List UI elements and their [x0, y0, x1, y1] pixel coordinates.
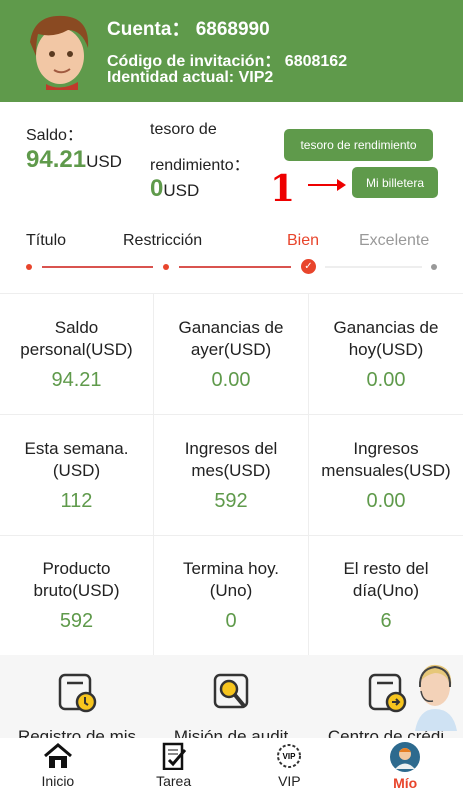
credit-center-icon[interactable] [368, 673, 408, 713]
stat-cell: Producto bruto(USD) 592 [0, 536, 154, 656]
stats-grid: Saldo personal(USD) 94.21 Ganancias de aye… [0, 293, 463, 656]
feature-audit-mission[interactable]: Misión de audit [154, 727, 308, 738]
identity-line: Identidad actual: VIP2 [107, 69, 274, 86]
wallet-button[interactable]: Mi billetera [352, 167, 438, 198]
balance-amount: 94.21USD [26, 146, 122, 173]
stat-label: El resto del día(Uno) [343, 559, 429, 600]
check-icon: ✓ [301, 259, 316, 274]
stat-label: Saldo personal(USD) [20, 317, 133, 359]
tab-vip[interactable]: VIP VIP [232, 738, 348, 800]
progress-line [42, 266, 153, 268]
vip-badge-icon: VIP [277, 744, 302, 768]
stat-label: Ganancias de ayer(USD) [178, 317, 284, 359]
tab-tarea[interactable]: Tarea [116, 738, 232, 800]
step-dot [163, 264, 169, 270]
feature-task-record[interactable]: Registro de mis [0, 727, 154, 738]
home-icon [43, 743, 72, 768]
stat-value: 592 [214, 489, 248, 512]
step-titulo: Título [26, 232, 67, 249]
annotation-number: 1 [270, 168, 296, 210]
step-bien: Bien [287, 232, 320, 249]
tab-mio[interactable]: Mío [347, 738, 463, 800]
stat-label: Producto bruto(USD) [33, 559, 120, 600]
progress-line-inactive [325, 266, 422, 268]
treasure-amount: 0USD [150, 175, 200, 202]
stat-value: 0.00 [366, 489, 406, 512]
task-record-icon[interactable] [58, 673, 98, 713]
bottom-tab-bar: Inicio Tarea VIP VIP Mío [0, 738, 463, 800]
stat-cell: Ganancias de hoy(USD) 0.00 [309, 294, 463, 415]
stat-cell: Esta semana.(USD) 112 [0, 415, 154, 536]
annotation-arrow-icon [308, 179, 346, 191]
stat-cell: Termina hoy.(Uno) 0 [154, 536, 309, 656]
stat-cell: El resto del día(Uno) 6 [309, 536, 463, 656]
treasure-label-1: tesoro de [150, 121, 217, 138]
stat-label: Ingresos mensuales(USD) [321, 438, 451, 480]
progress-line [179, 266, 291, 268]
step-dot [26, 264, 32, 270]
step-restriccion: Restricción [123, 232, 203, 249]
stat-value: 0.00 [366, 368, 406, 391]
invite-code-line: Código de invitación： 6808162 [107, 53, 348, 70]
profile-avatar-icon [390, 742, 421, 772]
stat-label: Termina hoy.(Uno) [182, 559, 280, 600]
user-avatar[interactable] [24, 12, 92, 90]
audit-search-icon[interactable] [213, 673, 253, 713]
stat-cell: Ingresos mensuales(USD) 0.00 [309, 415, 463, 536]
tab-inicio[interactable]: Inicio [0, 738, 116, 800]
stat-value: 592 [59, 610, 94, 632]
svg-text:VIP: VIP [283, 752, 297, 761]
stat-label: Ganancias de hoy(USD) [333, 317, 439, 359]
balance-label: Saldo： [26, 127, 83, 144]
invite-code: 6808162 [284, 53, 348, 70]
customer-support-icon[interactable] [405, 659, 460, 731]
account-id: 6868990 [195, 19, 270, 40]
clipboard-icon [162, 742, 186, 770]
feature-row: Registro de mis Misión de audit Centro d… [0, 655, 463, 738]
stat-value: 0 [225, 610, 237, 632]
step-dot-inactive [431, 264, 437, 270]
stat-cell: Saldo personal(USD) 94.21 [0, 294, 154, 415]
stat-value: 0.00 [211, 368, 251, 391]
treasure-button[interactable]: tesoro de rendimiento [284, 129, 433, 161]
stat-value: 6 [380, 610, 392, 632]
stat-label: Ingresos del mes(USD) [184, 438, 278, 480]
treasure-label-2: rendimiento： [150, 157, 250, 174]
stat-cell: Ingresos del mes(USD) 592 [154, 415, 309, 536]
stat-value: 94.21 [51, 368, 102, 391]
stat-value: 112 [60, 489, 93, 512]
stat-label: Esta semana.(USD) [24, 438, 129, 480]
step-excelente: Excelente [359, 232, 430, 249]
profile-header: Cuenta： 6868990 Código de invitación： 68… [0, 0, 463, 102]
account-line: Cuenta： 6868990 [107, 19, 270, 40]
stat-cell: Ganancias de ayer(USD) 0.00 [154, 294, 309, 415]
